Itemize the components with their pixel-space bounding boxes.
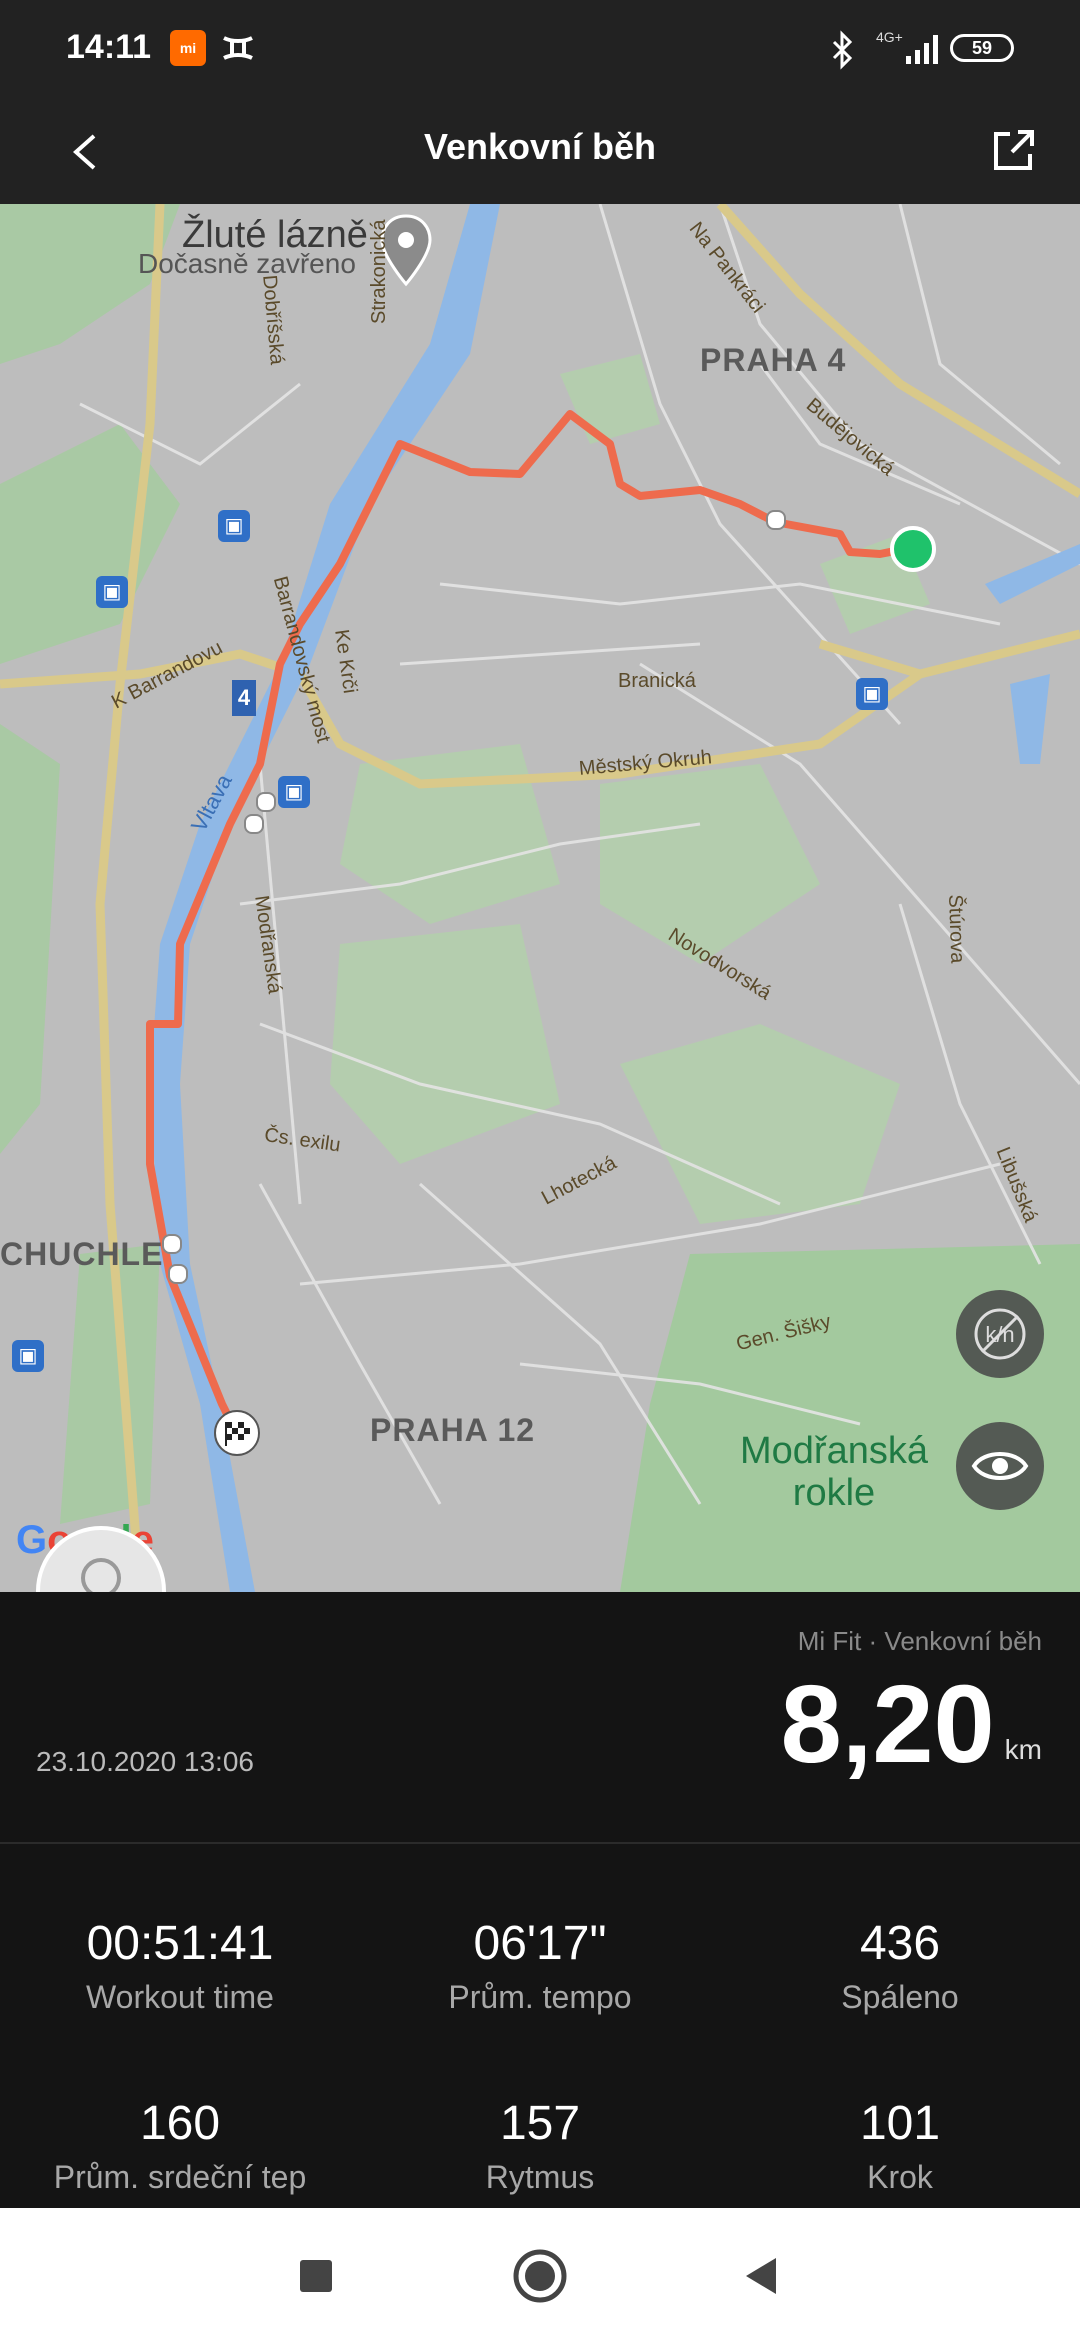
stat-stride: 101 Krok xyxy=(720,2096,1080,2198)
road-label: Štúrova xyxy=(944,894,969,964)
transit-stop-icon: ▣ xyxy=(12,1340,44,1372)
stat-value: 436 xyxy=(859,1917,941,1970)
poi-status: Dočasně zavřeno xyxy=(138,248,356,279)
divider xyxy=(0,1842,1080,1844)
km-marker xyxy=(766,510,786,530)
transit-stop-icon: ▣ xyxy=(218,510,250,542)
unit-toggle-icon[interactable]: k/n xyxy=(956,1290,1044,1378)
stat-label: Prům. tempo xyxy=(448,1979,632,2015)
park-label-line2: rokle xyxy=(792,1472,876,1514)
recents-square-icon[interactable] xyxy=(286,2246,346,2306)
stat-label: Workout time xyxy=(86,1979,274,2015)
system-nav-bar xyxy=(0,2208,1080,2340)
distance-value: 8,20 xyxy=(780,1663,995,1786)
km-marker xyxy=(168,1264,188,1284)
stat-calories: 436 Spáleno xyxy=(720,1916,1080,2018)
stat-avg-heart-rate: 160 Prům. srdeční tep xyxy=(0,2096,360,2198)
workout-datetime: 23.10.2020 13:06 xyxy=(36,1746,254,1777)
home-circle-icon[interactable] xyxy=(510,2246,570,2306)
network-type: 4G+ xyxy=(876,29,903,45)
route-map[interactable]: Žluté lázně Dočasně zavřeno PRAHA 4 PRAH… xyxy=(0,204,1080,1592)
transit-stop-icon: ▣ xyxy=(278,776,310,808)
share-icon[interactable] xyxy=(984,120,1044,180)
under-armour-icon xyxy=(223,36,253,60)
transit-stop-icon: ▣ xyxy=(96,576,128,608)
back-triangle-icon[interactable] xyxy=(732,2246,792,2306)
distance-unit: km xyxy=(1004,1734,1042,1765)
district-label: PRAHA 4 xyxy=(700,342,847,378)
stat-value: 157 xyxy=(499,2097,581,2150)
status-time: 14:11 xyxy=(66,28,152,66)
bluetooth-icon xyxy=(832,30,853,70)
signal-icon xyxy=(906,35,938,64)
eye-icon[interactable] xyxy=(956,1422,1044,1510)
stat-cadence: 157 Rytmus xyxy=(360,2096,720,2198)
page-title: Venkovní běh xyxy=(423,126,657,167)
stat-value: 06'17" xyxy=(473,1917,607,1970)
road-number-badge: 4 xyxy=(232,680,256,716)
district-label: PRAHA 12 xyxy=(370,1412,536,1448)
park-label-line1: Modřanská xyxy=(740,1430,928,1472)
finish-flag-icon xyxy=(214,1410,260,1456)
road-label: Strakonická xyxy=(368,219,390,325)
km-marker xyxy=(256,792,276,812)
app-header: Venkovní běh xyxy=(0,98,1080,204)
route-start-marker xyxy=(890,526,936,572)
battery-icon: 59 xyxy=(950,34,1014,62)
stat-avg-pace: 06'17" Prům. tempo xyxy=(360,1916,720,2018)
stat-label: Krok xyxy=(867,2159,933,2195)
stat-label: Prům. srdeční tep xyxy=(53,2159,307,2195)
area-label: CHUCHLE xyxy=(0,1236,164,1272)
map-canvas xyxy=(0,204,1080,1592)
stat-workout-time: 00:51:41 Workout time xyxy=(0,1916,360,2018)
workout-summary: Mi Fit · Venkovní běh 8,20 km 23.10.2020… xyxy=(0,1592,1080,1842)
km-marker xyxy=(244,814,264,834)
stat-value: 101 xyxy=(859,2097,941,2150)
distance-display: 8,20 km xyxy=(781,1670,1042,1780)
stat-value: 160 xyxy=(139,2097,221,2150)
transit-stop-icon: ▣ xyxy=(856,678,888,710)
stat-label: Rytmus xyxy=(485,2159,595,2195)
status-bar: 14:11 mi 4G+ 59 xyxy=(0,0,1080,98)
km-marker xyxy=(162,1234,182,1254)
source-label: Mi Fit · Venkovní běh xyxy=(797,1626,1042,1656)
park-label: Modřanská rokle xyxy=(740,1430,928,1514)
stat-value: 00:51:41 xyxy=(86,1917,274,1970)
road-label: Branická xyxy=(618,670,696,692)
stat-label: Spáleno xyxy=(841,1979,959,2015)
mi-icon: mi xyxy=(170,30,206,66)
